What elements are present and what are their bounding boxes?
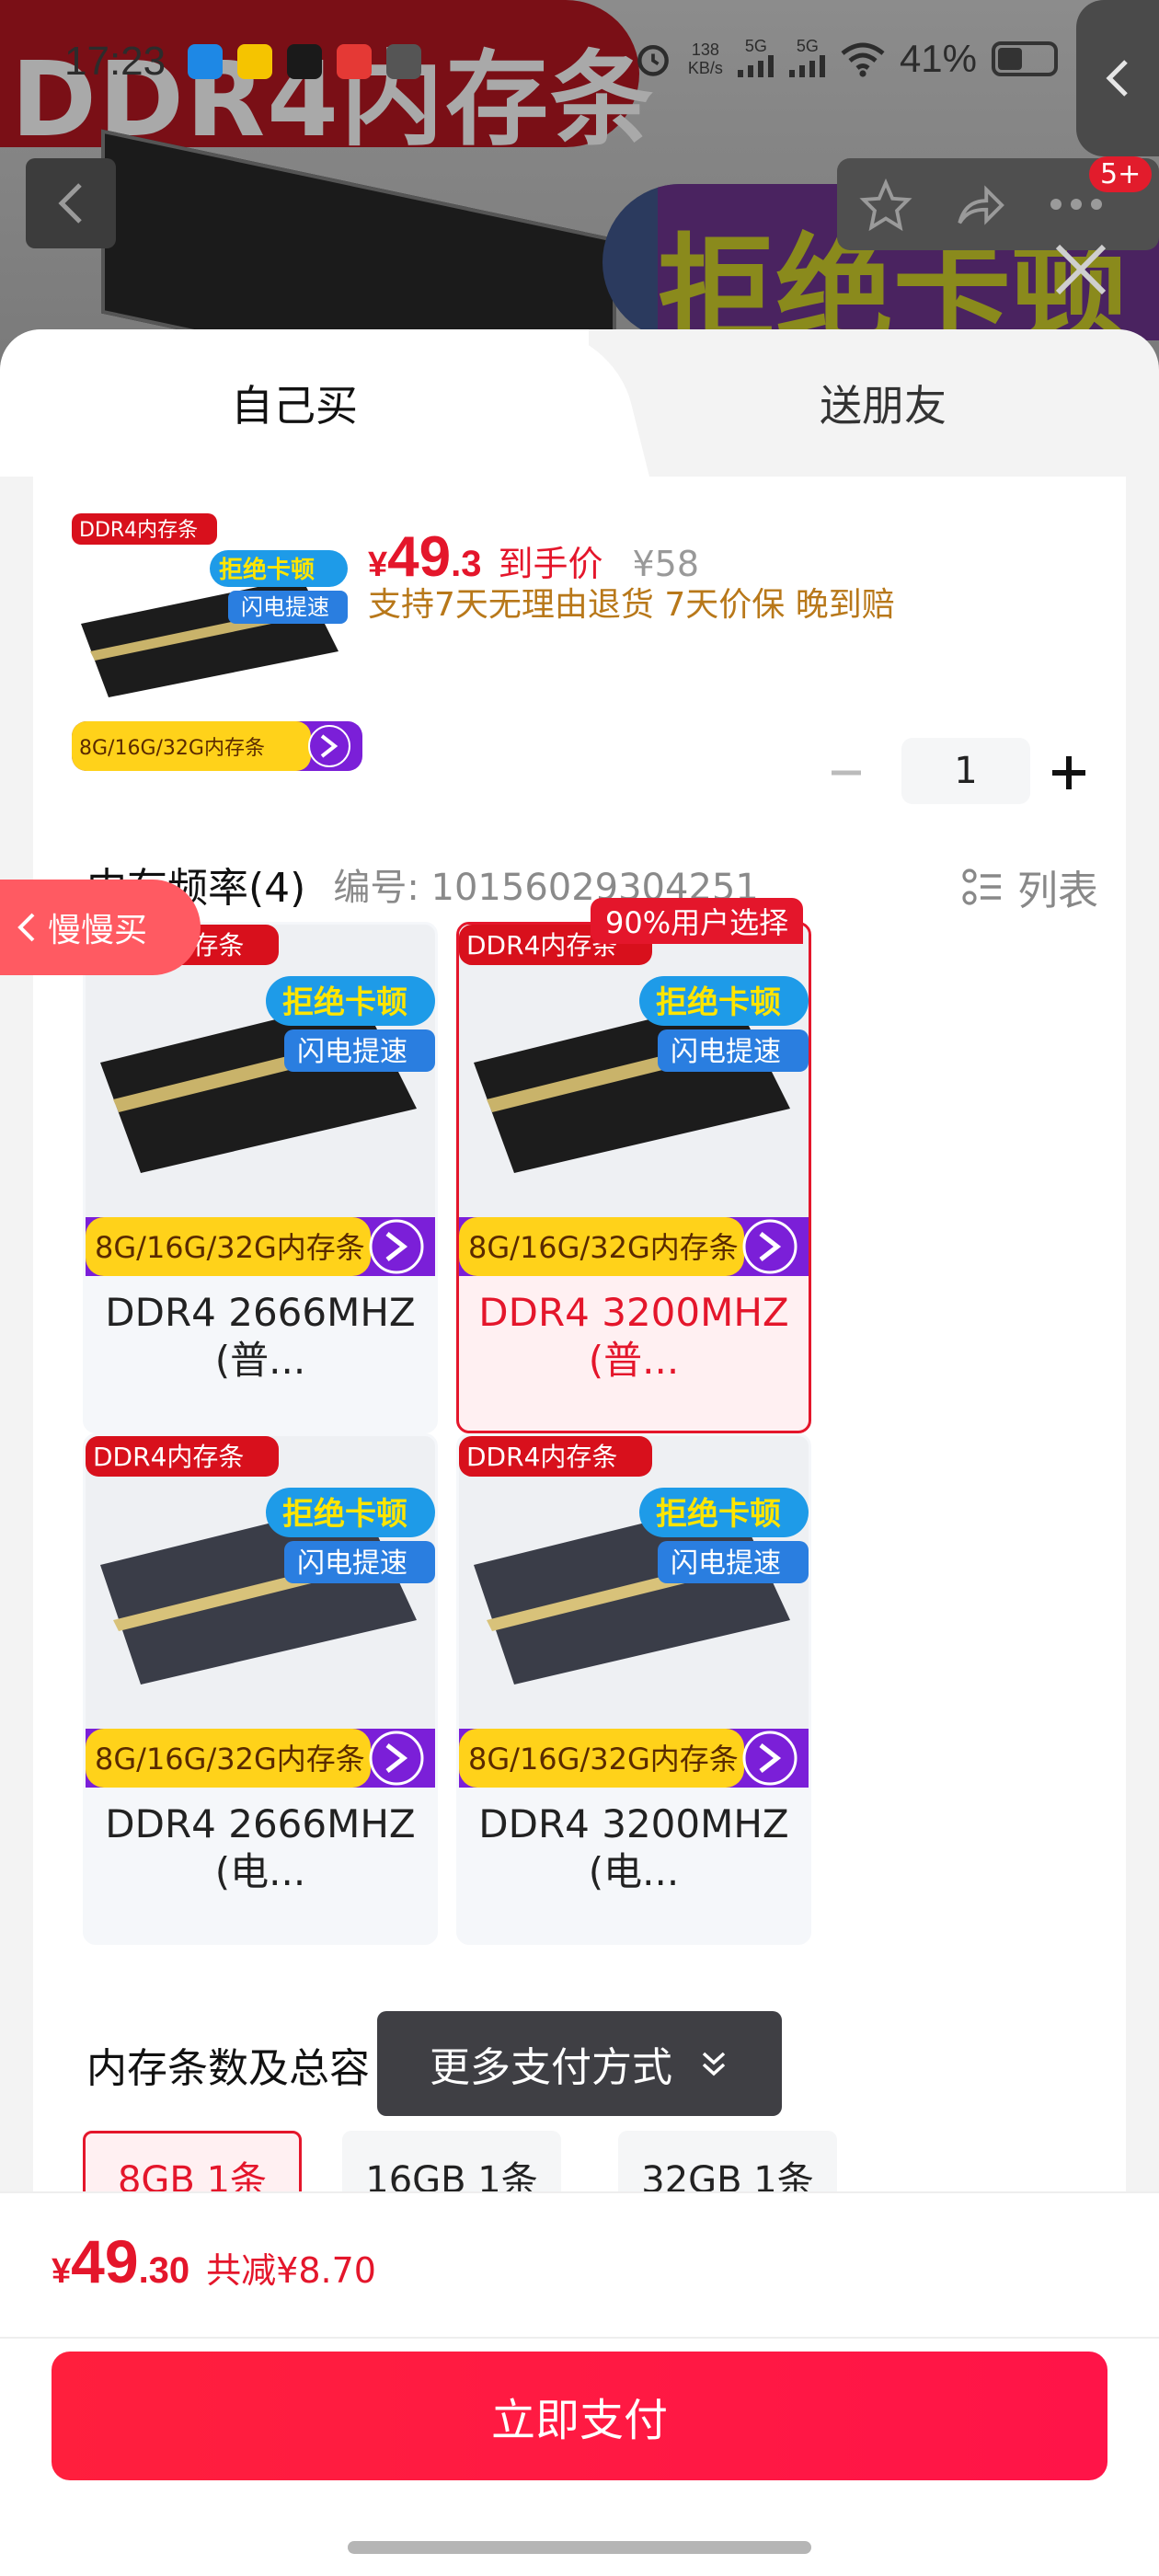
chevron-left-icon [17, 913, 35, 942]
option-slogan-1: 拒绝卡顿 [656, 1496, 781, 1533]
option-footer: 8G/16G/32G内存条 [468, 1742, 739, 1777]
quantity-stepper: 1 [813, 738, 1089, 804]
wifi-icon [841, 42, 885, 77]
frequency-option[interactable]: DDR4内存条 拒绝卡顿 闪电提速 8G/16G/32G内存条 DDR4 320… [456, 1433, 811, 1945]
option-slogan-2: 闪电提速 [671, 1547, 781, 1580]
option-tag: DDR4内存条 [93, 1442, 244, 1472]
slow-buy-label: 慢慢买 [48, 912, 148, 949]
thumb-slogan-1: 拒绝卡顿 [219, 556, 315, 584]
back-button[interactable] [26, 158, 116, 248]
app-notification-icon [287, 44, 322, 79]
battery-icon [992, 41, 1058, 76]
checkout-bar: ¥49.30 共减¥8.70 立即支付 [0, 2191, 1159, 2576]
tab-label: 自己买 [231, 381, 358, 431]
alarm-icon [637, 44, 669, 76]
product-thumbnail: DDR4内存条 拒绝卡顿 闪电提速 8G/16G/32G内存条 [72, 513, 362, 771]
close-icon[interactable] [1049, 237, 1113, 302]
option-slogan-1: 拒绝卡顿 [656, 984, 781, 1021]
total-price: ¥49.30 共减¥8.70 [52, 2227, 376, 2295]
option-image: DDR4内存条 拒绝卡顿 闪电提速 8G/16G/32G内存条 [86, 925, 435, 1276]
decrease-button[interactable] [830, 756, 863, 789]
signal-icon [737, 55, 774, 77]
divider [0, 2337, 1159, 2339]
option-image: DDR4内存条 拒绝卡顿 闪电提速 8G/16G/32G内存条 [459, 1436, 809, 1788]
more-payment-label: 更多支付方式 [430, 2044, 672, 2091]
option-slogan-2: 闪电提速 [297, 1547, 407, 1580]
tab-buy-self[interactable]: 自己买 [0, 329, 589, 477]
option-label: DDR4 2666MHZ (普... [105, 1290, 416, 1383]
thumb-slogan-2: 闪电提速 [241, 594, 329, 620]
battery-percent: 41% [899, 37, 977, 80]
thumb-footer: 8G/16G/32G内存条 [79, 737, 265, 760]
home-indicator[interactable] [348, 2541, 811, 2554]
option-slogan-1: 拒绝卡顿 [282, 1496, 407, 1533]
option-label: DDR4 3200MHZ (普... [478, 1290, 789, 1383]
status-bar: 17:23 138 KB/s 5G 5G 41% [0, 0, 1159, 129]
pay-now-button[interactable]: 立即支付 [52, 2352, 1107, 2480]
option-footer: 8G/16G/32G内存条 [95, 1742, 365, 1777]
option-slogan-2: 闪电提速 [297, 1036, 407, 1068]
share-icon[interactable] [953, 178, 1006, 232]
app-notification-icon [237, 44, 272, 79]
option-label: DDR4 2666MHZ (电... [105, 1801, 416, 1894]
status-time: 17:23 [64, 39, 166, 84]
discount-amount: 共减¥8.70 [206, 2250, 376, 2291]
more-payment-button[interactable]: 更多支付方式 [377, 2011, 782, 2116]
chevron-left-icon [58, 183, 82, 224]
tab-label: 送朋友 [820, 381, 947, 431]
list-view-toggle[interactable]: 列表 [960, 857, 1098, 916]
thumb-tag: DDR4内存条 [79, 519, 198, 542]
option-footer: 8G/16G/32G内存条 [468, 1230, 739, 1265]
option-slogan-1: 拒绝卡顿 [282, 984, 407, 1021]
signal-icon [788, 55, 825, 77]
service-tags: 支持7天无理由退货 7天价保 晚到赔 [368, 586, 895, 624]
popular-badge: 90%用户选择 [591, 898, 804, 944]
plus-icon[interactable] [1050, 754, 1087, 791]
signal-5g-2: 5G [788, 37, 826, 81]
more-icon[interactable] [1049, 195, 1104, 213]
minus-icon [832, 770, 861, 776]
frequency-option[interactable]: DDR4内存条 拒绝卡顿 闪电提速 8G/16G/32G内存条 DDR4 266… [83, 922, 438, 1433]
option-image: DDR4内存条 拒绝卡顿 闪电提速 8G/16G/32G内存条 [459, 925, 809, 1276]
chevron-double-down-icon [702, 2052, 726, 2076]
network-speed: 138 KB/s [687, 40, 723, 77]
option-slogan-2: 闪电提速 [671, 1036, 781, 1068]
quantity-input[interactable]: 1 [901, 738, 1030, 804]
star-icon[interactable] [859, 178, 912, 232]
capacity-section-title: 内存条数及总容 [86, 2045, 370, 2092]
app-notification-icon [337, 44, 372, 79]
cart-badge: 5+ [1089, 156, 1153, 192]
chevron-left-icon [1106, 60, 1128, 97]
tab-send-friend[interactable]: 送朋友 [662, 329, 1104, 477]
purchase-tabs: 自己买 送朋友 [0, 329, 1159, 477]
side-collapse-tab[interactable] [1076, 0, 1159, 156]
option-label: DDR4 3200MHZ (电... [478, 1801, 789, 1894]
option-tag: DDR4内存条 [466, 1442, 617, 1472]
signal-5g-1: 5G [737, 37, 775, 81]
frequency-option[interactable]: DDR4内存条 拒绝卡顿 闪电提速 8G/16G/32G内存条 DDR4 266… [83, 1433, 438, 1945]
app-notification-icon [188, 44, 223, 79]
option-image: DDR4内存条 拒绝卡顿 闪电提速 8G/16G/32G内存条 [86, 1436, 435, 1788]
status-right: 138 KB/s 5G 5G 41% [633, 37, 1058, 81]
list-icon [962, 868, 1001, 905]
app-notification-icon [386, 44, 421, 79]
list-toggle-label: 列表 [1017, 868, 1098, 914]
frequency-option[interactable]: DDR4内存条 拒绝卡顿 闪电提速 8G/16G/32G内存条 DDR4 320… [456, 922, 811, 1433]
slow-buy-tab[interactable]: 慢慢买 [0, 880, 201, 975]
option-footer: 8G/16G/32G内存条 [95, 1230, 365, 1265]
